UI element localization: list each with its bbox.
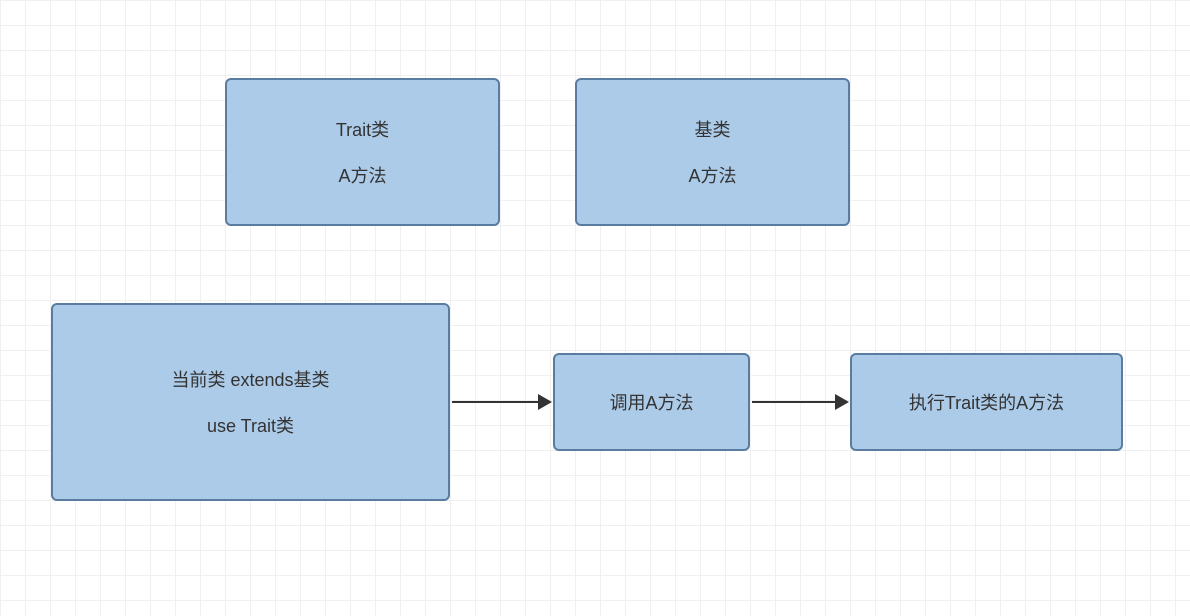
arrow-line	[452, 401, 538, 403]
node-exec-method-label: 执行Trait类的A方法	[909, 389, 1064, 415]
arrow-head-icon	[835, 394, 849, 410]
node-base-class: 基类 A方法	[575, 78, 850, 226]
node-base-class-line1: 基类	[695, 116, 731, 142]
node-current-class: 当前类 extends基类 use Trait类	[51, 303, 450, 501]
node-call-method-label: 调用A方法	[609, 389, 693, 415]
arrow-head-icon	[538, 394, 552, 410]
node-exec-method: 执行Trait类的A方法	[850, 353, 1123, 451]
node-current-class-line1: 当前类 extends基类	[171, 366, 329, 392]
arrow-current-to-call	[452, 394, 552, 410]
node-current-class-line2: use Trait类	[207, 412, 294, 438]
node-trait-class-line2: A方法	[338, 162, 386, 188]
arrow-call-to-exec	[752, 394, 849, 410]
node-base-class-line2: A方法	[688, 162, 736, 188]
node-trait-class-line1: Trait类	[336, 116, 389, 142]
node-trait-class: Trait类 A方法	[225, 78, 500, 226]
node-call-method: 调用A方法	[553, 353, 750, 451]
arrow-line	[752, 401, 835, 403]
